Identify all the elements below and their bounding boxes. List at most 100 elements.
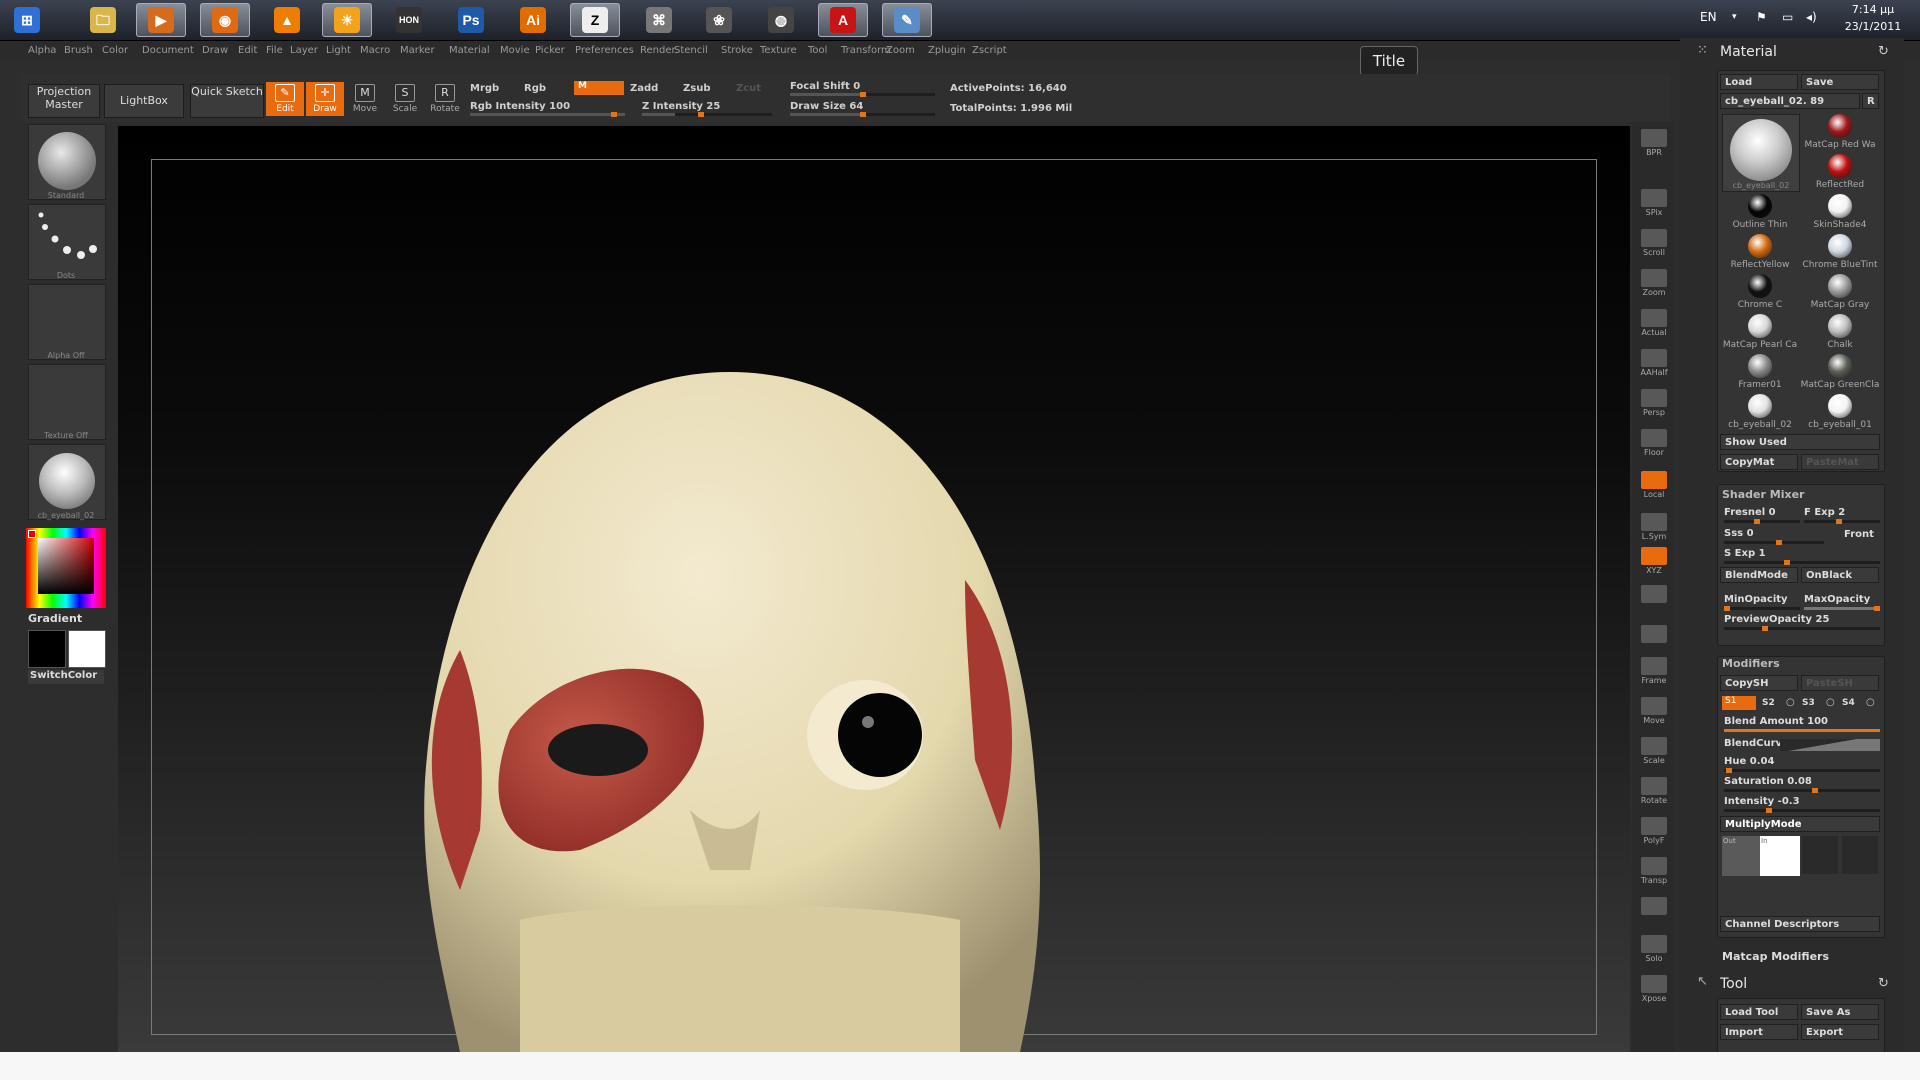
material-palette-title[interactable]: Material: [1720, 44, 1777, 60]
menu-item-stroke[interactable]: Stroke: [721, 45, 753, 56]
taskbar-app-sun-icon[interactable]: ☀: [322, 3, 372, 37]
material-thumb-matcap-gray[interactable]: MatCap Gray: [1800, 274, 1880, 314]
fresnel-slider[interactable]: Fresnel 0: [1724, 507, 1776, 518]
alpha-selector[interactable]: [28, 284, 106, 360]
zadd-toggle[interactable]: Zadd: [630, 83, 658, 94]
rotate-button[interactable]: R Rotate: [426, 82, 464, 116]
material-refresh-icon[interactable]: ↻: [1878, 44, 1889, 59]
menu-item-transform[interactable]: Transform: [841, 45, 891, 56]
draw-size-track[interactable]: [790, 112, 935, 117]
min-opacity-track[interactable]: [1724, 606, 1800, 611]
blend-amount-track[interactable]: [1724, 729, 1880, 732]
fresnel-track[interactable]: [1724, 519, 1800, 524]
color-picker[interactable]: [26, 528, 106, 608]
taskbar-firefox-icon[interactable]: ◉: [200, 3, 250, 37]
taskbar-illustrator-icon[interactable]: Ai: [508, 3, 558, 37]
shelf-button-solo[interactable]: Solo: [1638, 934, 1670, 968]
sss-track[interactable]: [1724, 540, 1824, 545]
rgb-intensity-slider[interactable]: Rgb Intensity 100: [470, 101, 570, 112]
projection-master-button[interactable]: Projection Master: [28, 84, 100, 118]
clock-time[interactable]: 7:14 μμ: [1840, 3, 1906, 16]
intensity-track[interactable]: [1724, 808, 1880, 813]
channel-swatch-4[interactable]: [1842, 836, 1878, 874]
taskbar-acrobat-icon[interactable]: A: [818, 3, 868, 37]
shelf-button-l-sym[interactable]: L.Sym: [1638, 512, 1670, 546]
menu-item-zplugin[interactable]: Zplugin: [928, 45, 966, 56]
shelf-button-zoom[interactable]: Zoom: [1638, 268, 1670, 302]
focal-shift-slider[interactable]: Focal Shift 0: [790, 81, 860, 92]
menu-item-zscript[interactable]: Zscript: [972, 45, 1007, 56]
s4-radio-icon[interactable]: ○: [1866, 697, 1875, 708]
shelf-button-frame[interactable]: Frame: [1638, 656, 1670, 690]
material-thumb-matcap-greencla[interactable]: MatCap GreenCla: [1800, 354, 1880, 394]
taskbar-explorer-icon[interactable]: 🗀: [78, 3, 128, 37]
taskbar-paint-icon[interactable]: ✎: [882, 3, 932, 37]
on-black-button[interactable]: OnBlack: [1801, 567, 1879, 583]
menu-item-file[interactable]: File: [266, 45, 283, 56]
title-button[interactable]: Title: [1360, 46, 1418, 76]
menu-item-preferences[interactable]: Preferences: [575, 45, 634, 56]
material-load-button[interactable]: Load: [1720, 74, 1798, 90]
tray-expand-icon[interactable]: ▾: [1732, 12, 1737, 22]
taskbar-app-7-icon[interactable]: ❀: [694, 3, 744, 37]
channel-swatch-3[interactable]: [1802, 836, 1838, 874]
menu-item-macro[interactable]: Macro: [360, 45, 390, 56]
material-thumb-matcap-pearl-ca[interactable]: MatCap Pearl Ca: [1720, 314, 1800, 354]
max-opacity-track[interactable]: [1804, 606, 1880, 611]
taskbar-app-6-icon[interactable]: ⌘: [634, 3, 684, 37]
s3-toggle[interactable]: S3: [1802, 698, 1815, 708]
taskbar-app-8-icon[interactable]: ◍: [756, 3, 806, 37]
out-swatch[interactable]: Out: [1722, 836, 1760, 876]
main-color-swatch[interactable]: [28, 630, 66, 668]
menu-item-brush[interactable]: Brush: [64, 45, 93, 56]
tool-palette-title[interactable]: Tool: [1720, 976, 1747, 992]
secondary-color-swatch[interactable]: [68, 630, 106, 668]
menu-item-tool[interactable]: Tool: [808, 45, 827, 56]
shelf-button-floor[interactable]: Floor: [1638, 428, 1670, 462]
shelf-button-bpr[interactable]: BPR: [1638, 128, 1670, 162]
menu-item-marker[interactable]: Marker: [400, 45, 435, 56]
flag-icon[interactable]: ⚑: [1756, 10, 1767, 24]
gradient-label[interactable]: Gradient: [28, 612, 82, 625]
preview-opacity-track[interactable]: [1724, 626, 1880, 631]
taskbar-start-button-icon[interactable]: ⊞: [2, 3, 52, 37]
in-swatch[interactable]: In: [1760, 836, 1800, 876]
material-save-button[interactable]: Save: [1801, 74, 1879, 90]
shelf-button-transp[interactable]: Transp: [1638, 856, 1670, 890]
z-intensity-track[interactable]: [642, 112, 772, 117]
shelf-button-blank-12[interactable]: [1638, 624, 1670, 658]
saturation-slider[interactable]: Saturation 0.08: [1724, 776, 1812, 787]
shelf-button-persp[interactable]: Persp: [1638, 388, 1670, 422]
material-r-button[interactable]: R: [1862, 93, 1879, 109]
paste-sh-button[interactable]: PasteSH: [1801, 675, 1879, 691]
shelf-button-xyz[interactable]: XYZ: [1638, 546, 1670, 580]
s4-toggle[interactable]: S4: [1842, 698, 1855, 708]
brush-selector[interactable]: [28, 124, 106, 200]
texture-selector[interactable]: [28, 364, 106, 440]
blend-amount-slider[interactable]: Blend Amount 100: [1724, 716, 1828, 727]
sss-slider[interactable]: Sss 0: [1724, 528, 1754, 539]
draw-size-slider[interactable]: Draw Size 64: [790, 101, 863, 112]
material-thumb-framer01[interactable]: Framer01: [1720, 354, 1800, 394]
menu-item-draw[interactable]: Draw: [202, 45, 228, 56]
scale-button[interactable]: S Scale: [386, 82, 424, 116]
mrgb-toggle[interactable]: Mrgb: [470, 83, 499, 94]
move-button[interactable]: M Move: [346, 82, 384, 116]
menu-item-render[interactable]: Render: [640, 45, 676, 56]
preview-opacity-slider[interactable]: PreviewOpacity 25: [1724, 614, 1829, 625]
paste-mat-button[interactable]: PasteMat: [1801, 454, 1879, 470]
material-selector[interactable]: [28, 444, 106, 520]
tool-arrow-icon[interactable]: ↖: [1697, 974, 1708, 989]
shelf-button-spix[interactable]: SPix: [1638, 188, 1670, 222]
color-picker-marker[interactable]: [28, 530, 36, 538]
edit-button[interactable]: ✎ Edit: [266, 82, 304, 116]
m-toggle[interactable]: M: [574, 81, 624, 95]
shelf-button-blank-19[interactable]: [1638, 896, 1670, 930]
taskbar-hon-icon[interactable]: HON: [384, 3, 434, 37]
f-exp-slider[interactable]: F Exp 2: [1804, 507, 1845, 518]
s2-radio-icon[interactable]: ○: [1786, 697, 1795, 708]
menu-item-material[interactable]: Material: [449, 45, 490, 56]
network-icon[interactable]: ▭: [1782, 10, 1793, 24]
material-thumb-cb-eyeball-02[interactable]: cb_eyeball_02: [1720, 394, 1800, 434]
min-opacity-slider[interactable]: MinOpacity: [1724, 594, 1788, 605]
